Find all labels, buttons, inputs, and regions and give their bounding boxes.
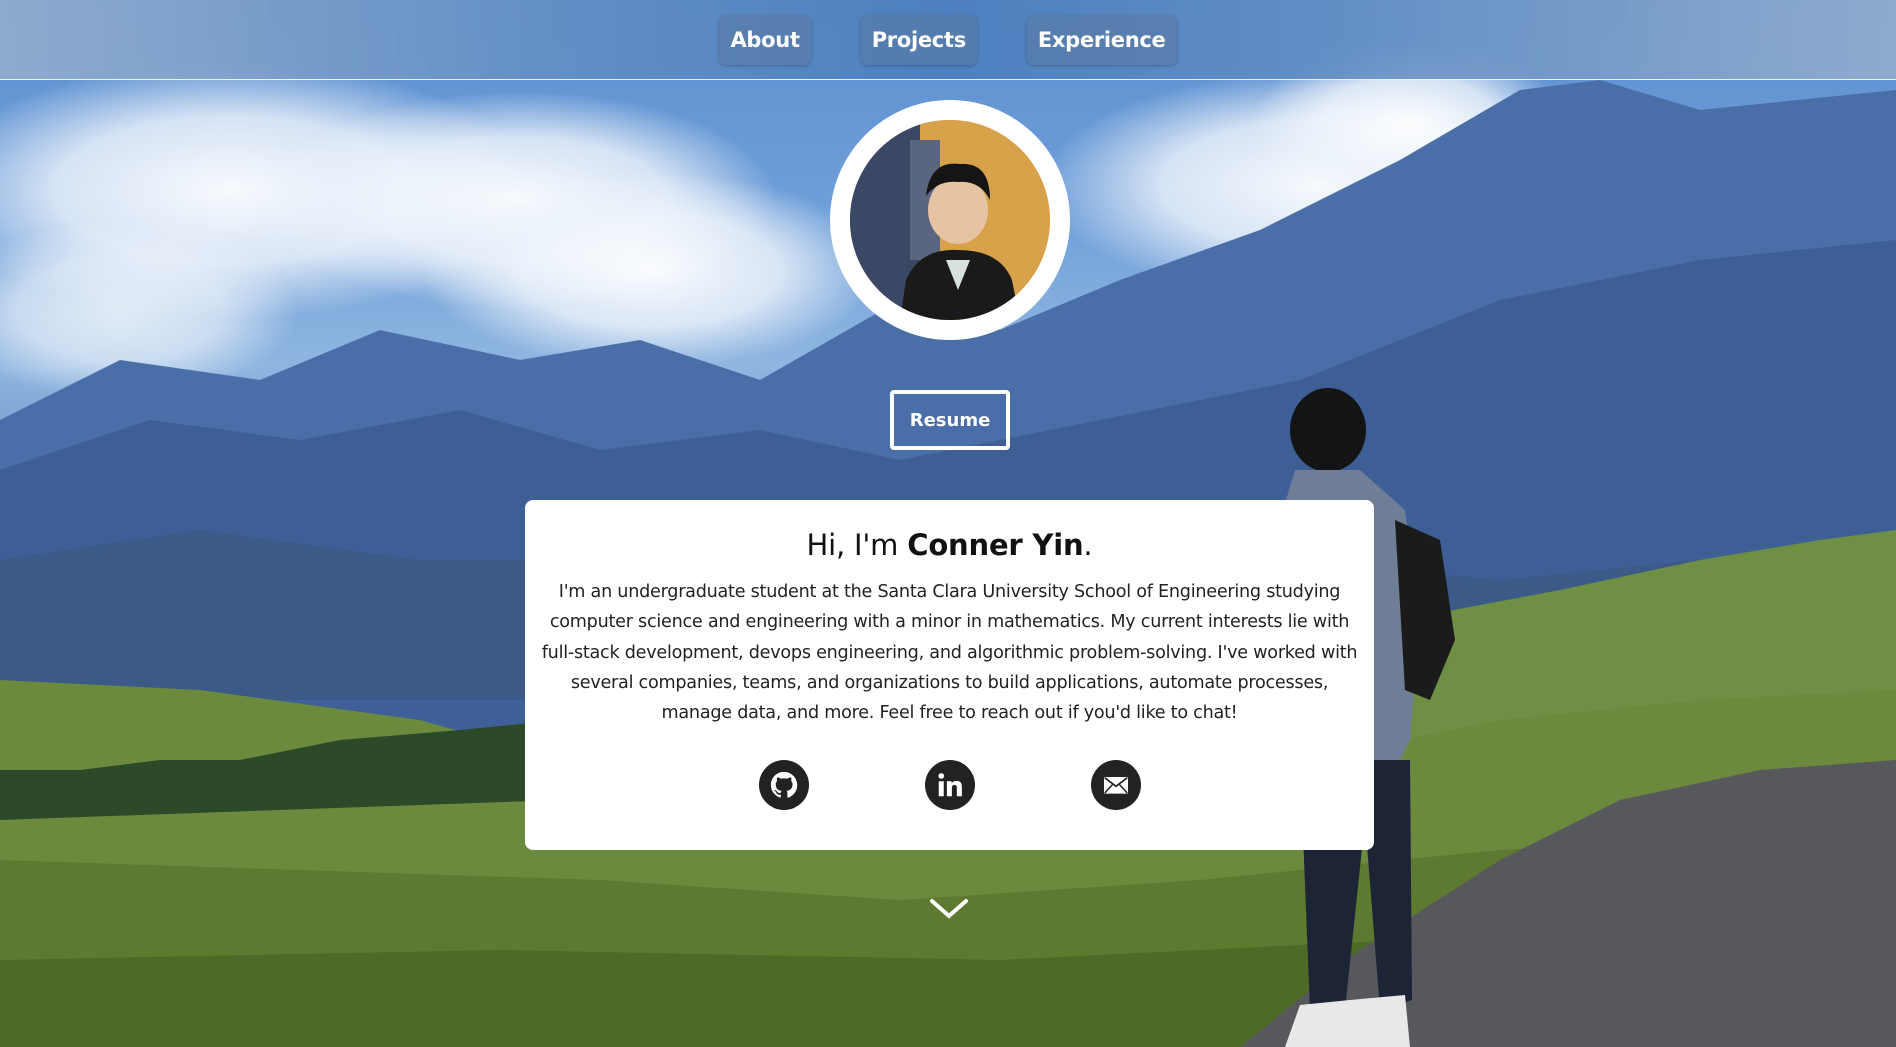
resume-button[interactable]: Resume [890,390,1010,450]
social-links [525,760,1374,811]
scroll-down-chevron-icon[interactable] [928,895,970,927]
linkedin-icon [937,773,962,797]
intro-card: Hi, I'm Conner Yin. I'm an undergraduate… [525,500,1374,850]
name-text: Conner Yin [907,528,1084,562]
profile-avatar [850,120,1050,320]
email-icon [1103,777,1128,795]
bio-paragraph: I'm an undergraduate student at the Sant… [541,582,1358,724]
profile-avatar-frame [830,100,1070,340]
email-link[interactable] [1090,760,1141,811]
greeting-prefix: Hi, I'm [806,528,908,562]
linkedin-link[interactable] [924,760,975,811]
github-icon [770,772,797,799]
nav-projects-button[interactable]: Projects [860,14,977,65]
greeting-heading: Hi, I'm Conner Yin. [525,528,1374,562]
nav-experience-button[interactable]: Experience [1026,14,1177,65]
nav-about-button[interactable]: About [719,14,811,65]
top-nav: About Projects Experience [0,0,1896,80]
greeting-suffix: . [1083,528,1093,562]
github-link[interactable] [758,760,809,811]
